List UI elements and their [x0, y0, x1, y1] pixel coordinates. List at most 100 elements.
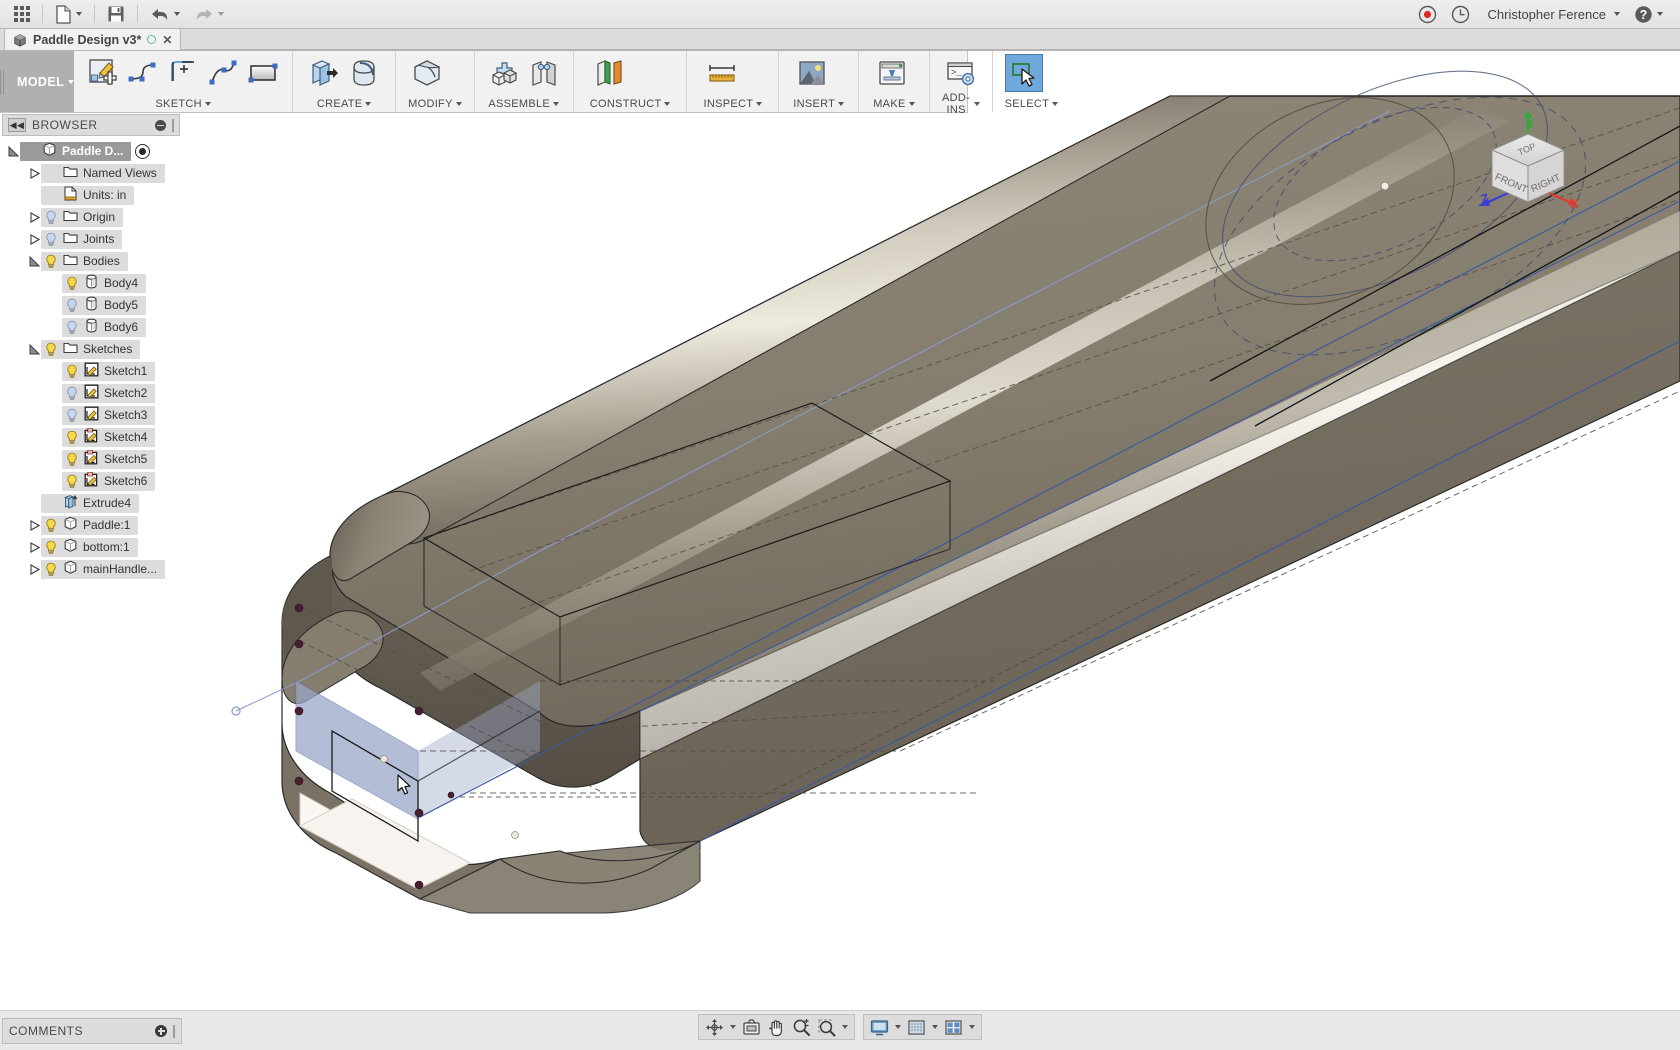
- browser-tree-item[interactable]: Sketch6: [0, 470, 185, 492]
- twisty-collapsed-icon[interactable]: [27, 211, 41, 223]
- app-grid-button[interactable]: [8, 2, 36, 26]
- new-document-button[interactable]: [49, 2, 88, 26]
- browser-tree-item[interactable]: Paddle D...: [0, 140, 185, 162]
- browser-minimize-icon[interactable]: [155, 119, 166, 131]
- twisty-collapsed-icon[interactable]: [27, 519, 41, 531]
- browser-tree-item-body[interactable]: mainHandle...: [41, 559, 166, 579]
- ribbon-panel-create-label[interactable]: CREATE: [305, 98, 383, 112]
- browser-tree-item-body[interactable]: Extrude4: [41, 493, 140, 513]
- viewports-button[interactable]: [941, 1016, 978, 1038]
- browser-tree-item-body[interactable]: Units: in: [41, 185, 135, 205]
- chevron-down-icon[interactable]: [932, 1025, 938, 1029]
- browser-tree-item[interactable]: Named Views: [0, 162, 185, 184]
- browser-tree-item-body[interactable]: Body4: [62, 273, 147, 293]
- twisty-expanded-icon[interactable]: [6, 145, 20, 157]
- chevron-down-icon[interactable]: [842, 1025, 848, 1029]
- browser-tree-item[interactable]: Extrude4: [0, 492, 185, 514]
- job-status-button[interactable]: [1445, 2, 1476, 26]
- look-at-button[interactable]: [739, 1016, 764, 1038]
- sketch-line-button[interactable]: [124, 54, 162, 92]
- browser-tree-item[interactable]: Body4: [0, 272, 185, 294]
- browser-tree-item-body[interactable]: Sketch2: [62, 383, 156, 403]
- sketch-arc-button[interactable]: [164, 54, 202, 92]
- visibility-bulb-icon[interactable]: [44, 342, 58, 357]
- collapse-browser-icon[interactable]: ◀◀: [8, 118, 26, 132]
- orbit-button[interactable]: [702, 1016, 739, 1038]
- visibility-bulb-icon[interactable]: [44, 562, 58, 577]
- sketch-rectangle-button[interactable]: [244, 54, 282, 92]
- browser-tree-item-body[interactable]: Joints: [41, 229, 123, 249]
- browser-tree-item[interactable]: Sketch3: [0, 404, 185, 426]
- comments-resize-grip[interactable]: [173, 1024, 175, 1038]
- new-component-button[interactable]: [485, 54, 523, 92]
- sketch-spline-button[interactable]: [204, 54, 242, 92]
- zoom-window-button[interactable]: [814, 1016, 851, 1038]
- chevron-down-icon[interactable]: [730, 1025, 736, 1029]
- extrude-button[interactable]: [305, 54, 343, 92]
- ribbon-panel-sketch-label[interactable]: SKETCH: [84, 98, 282, 112]
- chevron-down-icon[interactable]: [895, 1025, 901, 1029]
- ribbon-panel-construct-label[interactable]: CONSTRUCT: [590, 98, 671, 112]
- browser-tree-item-body[interactable]: Paddle:1: [41, 515, 139, 535]
- 3d-print-button[interactable]: [873, 54, 911, 92]
- pan-button[interactable]: [764, 1016, 789, 1038]
- browser-tree-item[interactable]: mainHandle...: [0, 558, 185, 580]
- browser-tree-item[interactable]: Paddle:1: [0, 514, 185, 536]
- comments-panel[interactable]: COMMENTS: [2, 1018, 182, 1044]
- revolve-button[interactable]: [345, 54, 383, 92]
- browser-resize-grip[interactable]: [172, 118, 174, 132]
- browser-tree-item-body[interactable]: Bodies: [41, 251, 128, 271]
- twisty-collapsed-icon[interactable]: [27, 167, 41, 179]
- twisty-collapsed-icon[interactable]: [27, 563, 41, 575]
- measure-button[interactable]: [703, 54, 741, 92]
- record-button[interactable]: [1412, 2, 1443, 26]
- twisty-collapsed-icon[interactable]: [27, 541, 41, 553]
- document-tab[interactable]: Paddle Design v3* ✕: [4, 28, 182, 50]
- scripts-and-addins-button[interactable]: >_: [942, 54, 980, 92]
- add-comment-icon[interactable]: [155, 1025, 167, 1037]
- joint-button[interactable]: [525, 54, 563, 92]
- grid-and-snaps-button[interactable]: [904, 1016, 941, 1038]
- save-button[interactable]: [101, 2, 131, 26]
- visibility-bulb-icon[interactable]: [44, 254, 58, 269]
- browser-tree-item-body[interactable]: Origin: [41, 207, 124, 227]
- ribbon-panel-make-label[interactable]: MAKE: [873, 98, 915, 112]
- browser-tree-item[interactable]: Body5: [0, 294, 185, 316]
- redo-button[interactable]: [188, 2, 230, 26]
- browser-tree-item[interactable]: Sketch4: [0, 426, 185, 448]
- ribbon-panel-select-label[interactable]: SELECT: [1005, 98, 1059, 112]
- browser-tree-item[interactable]: Sketches: [0, 338, 185, 360]
- visibility-bulb-icon[interactable]: [65, 386, 79, 401]
- browser-tree-item-body[interactable]: Named Views: [41, 163, 165, 183]
- ribbon-panel-assemble-label[interactable]: ASSEMBLE: [485, 98, 563, 112]
- browser-tree-item[interactable]: Sketch2: [0, 382, 185, 404]
- browser-tree-item-body[interactable]: Paddle D...: [20, 141, 132, 161]
- chevron-down-icon[interactable]: [969, 1025, 975, 1029]
- twisty-expanded-icon[interactable]: [27, 343, 41, 355]
- browser-tree-item[interactable]: Sketch1: [0, 360, 185, 382]
- visibility-bulb-icon[interactable]: [44, 518, 58, 533]
- visibility-bulb-icon[interactable]: [65, 298, 79, 313]
- twisty-collapsed-icon[interactable]: [27, 233, 41, 245]
- insert-image-button[interactable]: [793, 54, 831, 92]
- workspace-selector[interactable]: MODEL: [0, 51, 75, 112]
- select-button[interactable]: [1004, 54, 1043, 92]
- browser-tree-item-body[interactable]: Body5: [62, 295, 147, 315]
- browser-tree-item[interactable]: bottom:1: [0, 536, 185, 558]
- browser-tree-item[interactable]: Body6: [0, 316, 185, 338]
- visibility-bulb-icon[interactable]: [65, 276, 79, 291]
- offset-plane-button[interactable]: [590, 54, 628, 92]
- browser-tree-item-body[interactable]: Sketches: [41, 339, 141, 359]
- browser-tree-item-body[interactable]: bottom:1: [41, 537, 138, 557]
- visibility-bulb-icon[interactable]: [65, 474, 79, 489]
- browser-tree-item[interactable]: Origin: [0, 206, 185, 228]
- visibility-bulb-icon[interactable]: [65, 364, 79, 379]
- browser-tree-item-body[interactable]: Body6: [62, 317, 147, 337]
- press-pull-button[interactable]: [408, 54, 446, 92]
- browser-tree-item[interactable]: Bodies: [0, 250, 185, 272]
- close-tab-icon[interactable]: ✕: [162, 33, 172, 47]
- user-menu[interactable]: Christopher Ference: [1478, 2, 1627, 26]
- zoom-button[interactable]: [789, 1016, 814, 1038]
- ribbon-panel-modify-label[interactable]: MODIFY: [408, 98, 462, 112]
- browser-tree-item-body[interactable]: Sketch3: [62, 405, 156, 425]
